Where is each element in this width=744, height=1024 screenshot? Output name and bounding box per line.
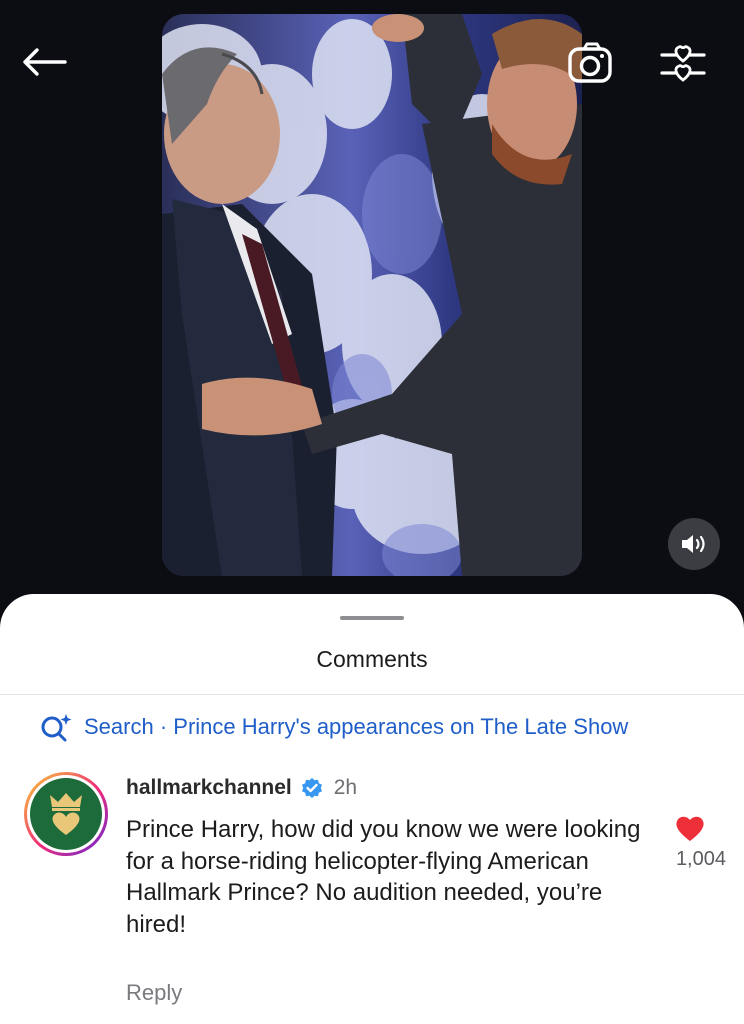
crown-heart-icon xyxy=(50,793,82,835)
sheet-title: Comments xyxy=(316,646,428,672)
search-query: Prince Harry's appearances on The Late S… xyxy=(173,714,629,739)
like-count: 1,004 xyxy=(675,848,726,870)
camera-icon xyxy=(568,42,612,83)
comments-sheet: Comments Search · Prince Harry's appeara… xyxy=(0,594,744,1024)
video-player[interactable] xyxy=(162,14,582,576)
mute-button[interactable] xyxy=(668,518,720,570)
comment-username[interactable]: hallmarkchannel xyxy=(126,776,292,800)
divider xyxy=(0,694,744,695)
search-prefix: Search · xyxy=(84,714,174,739)
back-button[interactable] xyxy=(18,38,70,86)
sheet-drag-handle[interactable] xyxy=(340,616,404,620)
search-suggestion[interactable]: Search · Prince Harry's appearances on T… xyxy=(40,710,628,744)
verified-badge-icon xyxy=(301,778,322,798)
comment-header: hallmarkchannel 2h xyxy=(126,776,357,800)
hallmark-logo xyxy=(30,778,102,850)
comment-time: 2h xyxy=(333,776,358,799)
search-suggestion-text[interactable]: Search · Prince Harry's appearances on T… xyxy=(84,714,628,740)
reply-button[interactable]: Reply xyxy=(126,980,182,1006)
speaker-icon xyxy=(682,535,705,553)
video-frame xyxy=(162,14,582,576)
filter-button[interactable] xyxy=(654,38,712,88)
sparkle-search-icon xyxy=(41,714,72,742)
arrow-left-icon xyxy=(23,48,67,76)
screen: Comments Search · Prince Harry's appeara… xyxy=(0,0,744,1024)
heart-sliders-icon xyxy=(660,45,706,82)
avatar[interactable] xyxy=(24,772,108,856)
heart-filled-icon xyxy=(676,816,704,841)
like-button[interactable] xyxy=(672,812,708,844)
comment-text: Prince Harry, how did you know we were l… xyxy=(126,816,641,938)
camera-button[interactable] xyxy=(562,38,620,88)
